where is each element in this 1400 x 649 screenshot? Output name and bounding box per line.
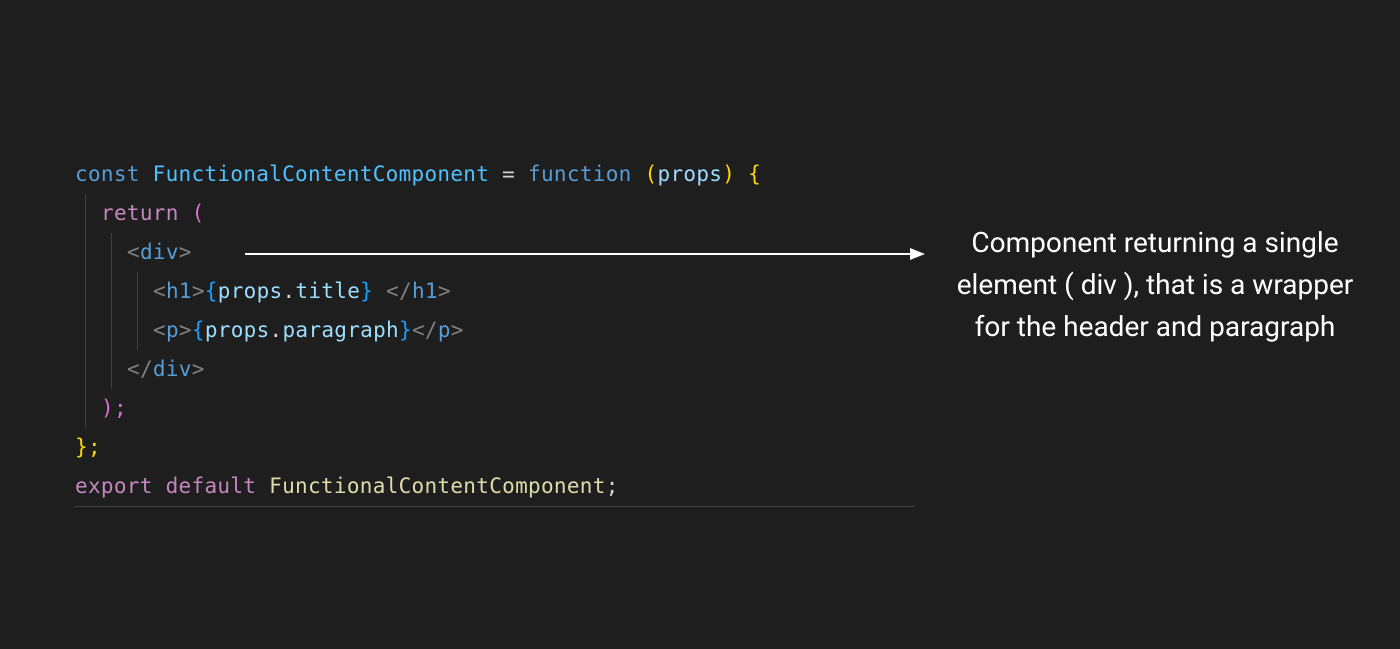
tag-open: </ — [386, 279, 412, 303]
dot: . — [282, 279, 295, 303]
code-line-9: export default FunctionalContentComponen… — [75, 467, 915, 506]
code-line-6: </div> — [75, 350, 915, 389]
paren-open: ( — [192, 201, 205, 225]
paren-open: ( — [645, 162, 658, 186]
prop-title: title — [295, 279, 360, 303]
keyword-return: return — [101, 201, 192, 225]
keyword-function: function — [528, 162, 645, 186]
tag-h1-close: h1 — [412, 279, 438, 303]
code-line-5: <p>{props.paragraph}</p> — [75, 311, 915, 350]
tag-close: > — [438, 279, 451, 303]
semicolon: ; — [606, 474, 619, 498]
tag-open: < — [153, 279, 166, 303]
tag-close: > — [451, 318, 464, 342]
props-obj: props — [218, 279, 283, 303]
tag-close: > — [192, 279, 205, 303]
brace-open: { — [192, 318, 205, 342]
code-line-1: const FunctionalContentComponent = funct… — [75, 155, 915, 194]
export-name: FunctionalContentComponent — [269, 474, 606, 498]
brace-open: { — [735, 162, 761, 186]
tag-open: </ — [127, 357, 153, 381]
keyword-const: const — [75, 162, 153, 186]
paren-close-semi: ); — [101, 396, 127, 420]
keyword-export: export — [75, 474, 166, 498]
code-line-2: return ( — [75, 194, 915, 233]
tag-open: < — [127, 240, 140, 264]
tag-open: < — [153, 318, 166, 342]
tag-p-close: p — [438, 318, 451, 342]
tag-p: p — [166, 318, 179, 342]
code-line-8: }; — [75, 428, 915, 467]
tag-close: > — [179, 318, 192, 342]
keyword-default: default — [166, 474, 270, 498]
space — [373, 279, 386, 303]
paren-close: ) — [722, 162, 735, 186]
operator-eq: = — [489, 162, 528, 186]
brace-close: } — [360, 279, 373, 303]
code-block: const FunctionalContentComponent = funct… — [75, 155, 915, 507]
prop-paragraph: paragraph — [282, 318, 399, 342]
annotation-text: Component returning a single element ( d… — [940, 222, 1370, 348]
tag-div-close: div — [153, 357, 192, 381]
props-obj: props — [205, 318, 270, 342]
arrow-icon — [245, 244, 925, 264]
var-name: FunctionalContentComponent — [153, 162, 490, 186]
tag-div: div — [140, 240, 179, 264]
tag-h1: h1 — [166, 279, 192, 303]
tag-open: </ — [412, 318, 438, 342]
param-props: props — [658, 162, 723, 186]
code-line-7: ); — [75, 389, 915, 428]
tag-close: > — [192, 357, 205, 381]
code-line-4: <h1>{props.title} </h1> — [75, 272, 915, 311]
brace-close-semi: }; — [75, 435, 101, 459]
tag-close: > — [179, 240, 192, 264]
dot: . — [270, 318, 283, 342]
brace-open: { — [205, 279, 218, 303]
brace-close: } — [399, 318, 412, 342]
